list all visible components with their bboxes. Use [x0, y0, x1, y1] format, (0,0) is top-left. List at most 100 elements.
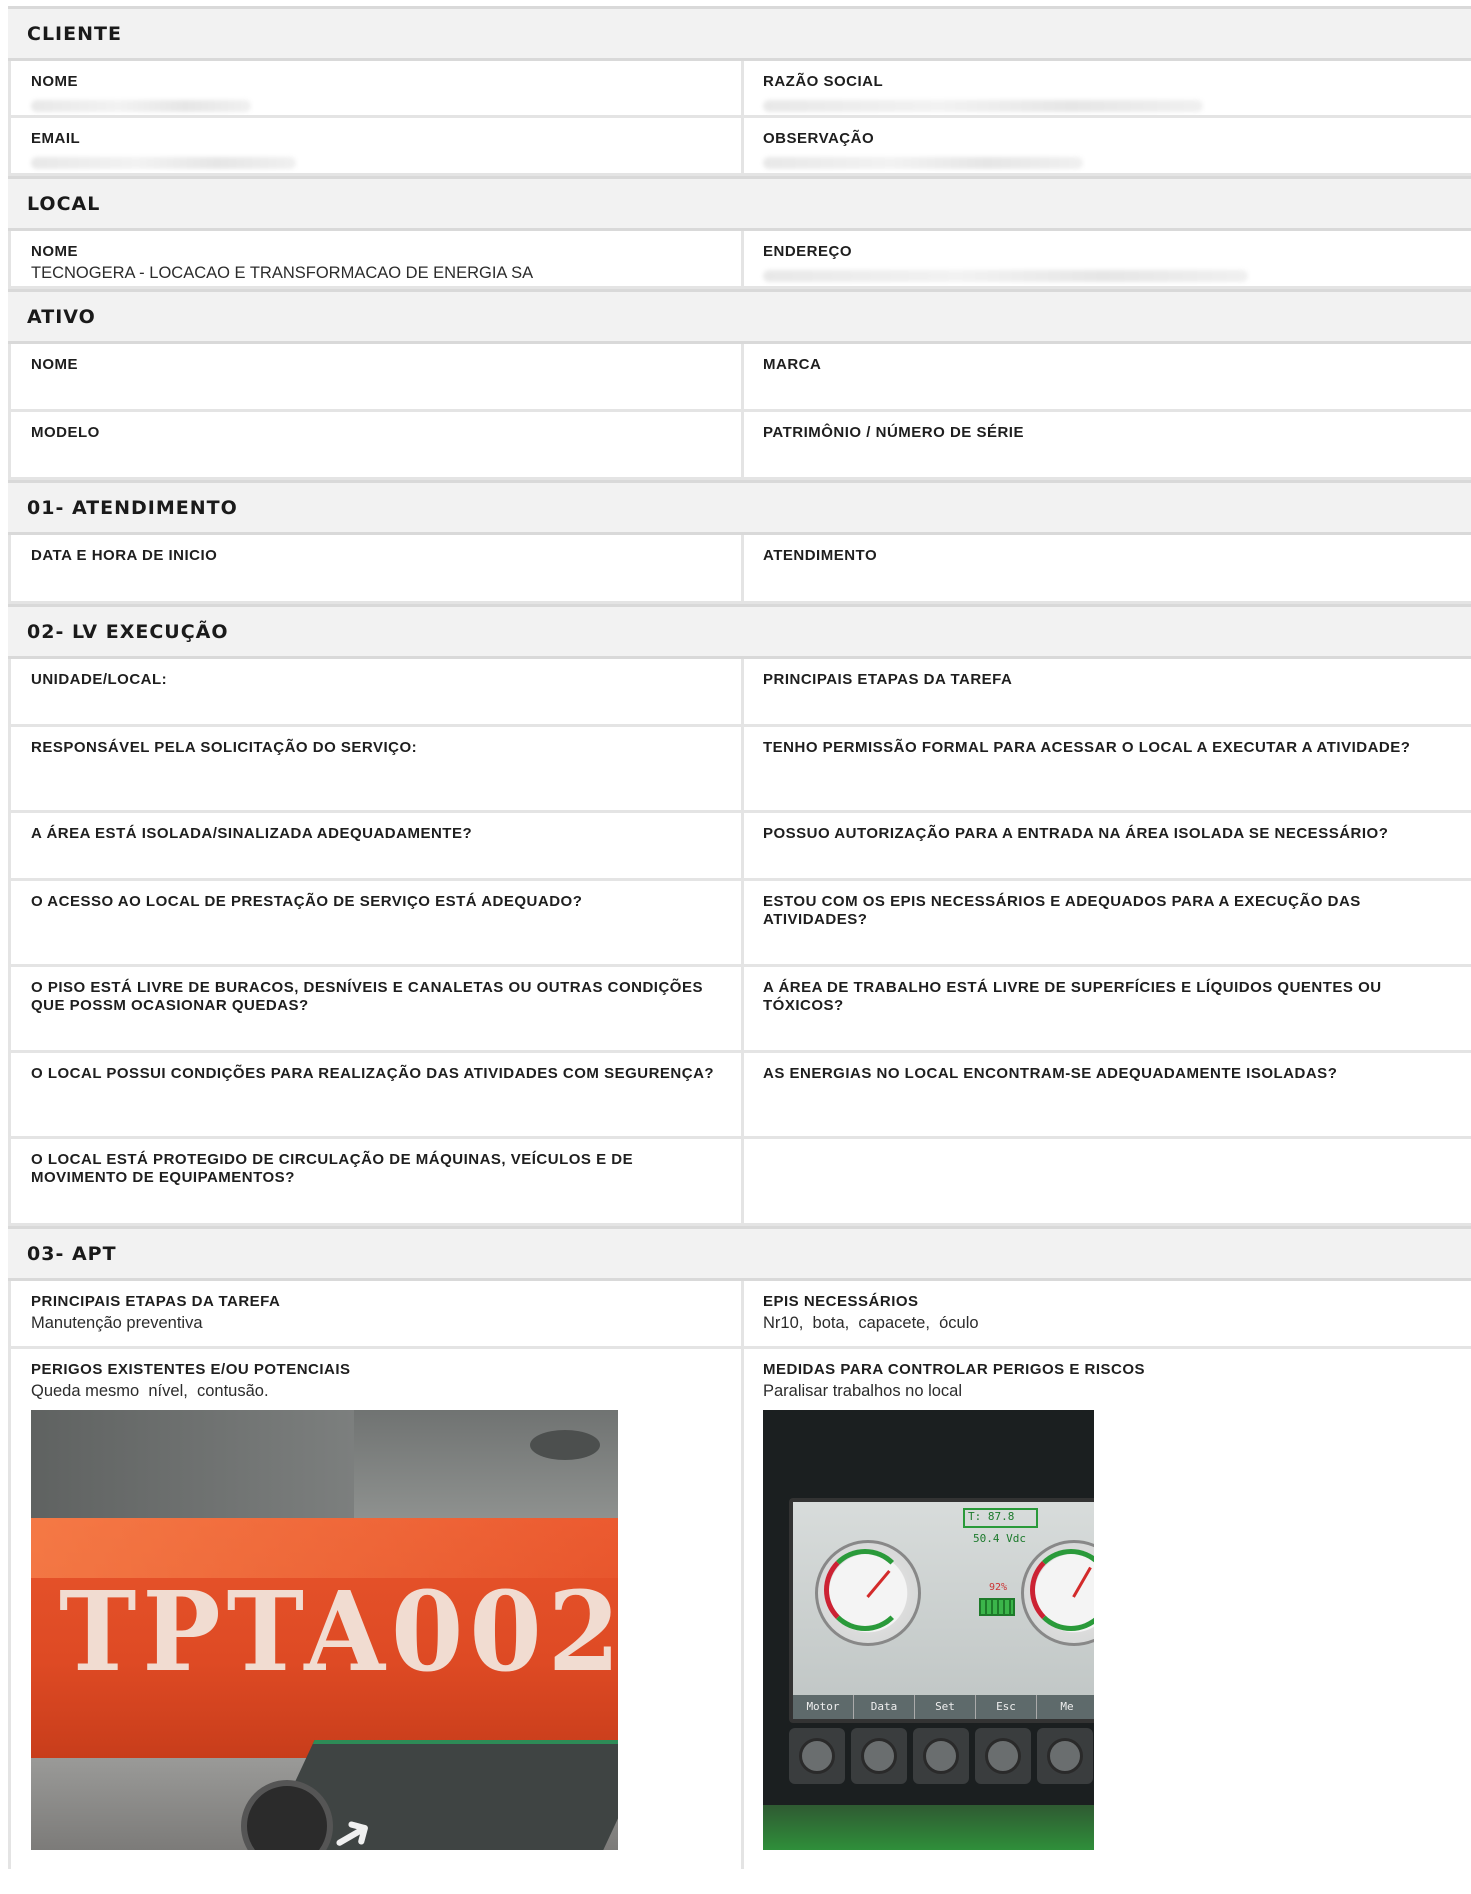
local-row-1: NOME TECNOGERA - LOCACAO E TRANSFORMACAO… [8, 231, 1471, 289]
apt-etapas-label: PRINCIPAIS ETAPAS DA TAREFA [31, 1293, 281, 1310]
photo2-gauge-right [1021, 1540, 1094, 1646]
apt-medidas-label: MEDIDAS PARA CONTROLAR PERIGOS E RISCOS [763, 1361, 1146, 1378]
photo2-menu-item: Esc [976, 1695, 1037, 1719]
atendimento-inicio-cell: DATA E HORA DE INICIO [8, 535, 744, 601]
equipment-id-photo[interactable]: TPTA00268 ➜ [31, 1410, 618, 1850]
section-atendimento-header: 01- ATENDIMENTO [8, 480, 1471, 535]
apt-perigos-cell: PERIGOS EXISTENTES E/OU POTENCIAIS Queda… [8, 1349, 744, 1869]
lv-row-7: O LOCAL ESTÁ PROTEGIDO DE CIRCULAÇÃO DE … [8, 1139, 1471, 1226]
lv-empty-cell [744, 1139, 1471, 1223]
photo2-menu-item: Data [854, 1695, 915, 1719]
lv-q1-label: UNIDADE/LOCAL: [31, 671, 168, 688]
ativo-patrimonio-label: PATRIMÔNIO / NÚMERO DE SÉRIE [763, 424, 1024, 441]
photo2-buttons [789, 1728, 1094, 1790]
local-nome-cell: NOME TECNOGERA - LOCACAO E TRANSFORMACAO… [8, 231, 744, 286]
local-endereco-label: ENDEREÇO [763, 243, 853, 260]
lv-q8-cell: ESTOU COM OS EPIS NECESSÁRIOS E ADEQUADO… [744, 881, 1471, 964]
section-apt-header: 03- APT [8, 1226, 1471, 1281]
photo2-gauge-left [815, 1540, 921, 1646]
atendimento-tipo-label: ATENDIMENTO [763, 547, 878, 564]
local-endereco-cell: ENDEREÇO [744, 231, 1471, 286]
photo2-temp-readout: T: 87.8 [963, 1508, 1038, 1528]
ativo-modelo-label: MODELO [31, 424, 100, 441]
section-lv-header: 02- LV EXECUÇÃO [8, 604, 1471, 659]
cliente-razao-label: RAZÃO SOCIAL [763, 73, 884, 90]
lv-q13-cell: O LOCAL ESTÁ PROTEGIDO DE CIRCULAÇÃO DE … [8, 1139, 744, 1223]
local-nome-value: TECNOGERA - LOCACAO E TRANSFORMACAO DE E… [31, 264, 534, 282]
cliente-razao-redacted [763, 100, 1203, 112]
lv-q11-label: O LOCAL POSSUI CONDIÇÕES PARA REALIZAÇÃO… [31, 1065, 715, 1082]
lv-q7-cell: O ACESSO AO LOCAL DE PRESTAÇÃO DE SERVIÇ… [8, 881, 744, 964]
lv-q12-label: AS ENERGIAS NO LOCAL ENCONTRAM-SE ADEQUA… [763, 1065, 1338, 1082]
atendimento-row-1: DATA E HORA DE INICIO ATENDIMENTO [8, 535, 1471, 604]
apt-etapas-value: Manutenção preventiva [31, 1314, 203, 1332]
cliente-nome-redacted [31, 100, 251, 112]
lv-row-2: RESPONSÁVEL PELA SOLICITAÇÃO DO SERVIÇO:… [8, 727, 1471, 813]
apt-perigos-label: PERIGOS EXISTENTES E/OU POTENCIAIS [31, 1361, 351, 1378]
cliente-razao-cell: RAZÃO SOCIAL [744, 61, 1471, 115]
lv-q2-cell: PRINCIPAIS ETAPAS DA TAREFA [744, 659, 1471, 724]
apt-perigos-value: Queda mesmo nível, contusão. [31, 1382, 269, 1400]
photo2-menu-item: Me [1037, 1695, 1094, 1719]
lv-q4-label: TENHO PERMISSÃO FORMAL PARA ACESSAR O LO… [763, 739, 1411, 756]
cliente-row-1: NOME RAZÃO SOCIAL [8, 61, 1471, 118]
lv-q3-label: RESPONSÁVEL PELA SOLICITAÇÃO DO SERVIÇO: [31, 739, 418, 756]
cliente-email-cell: EMAIL [8, 118, 744, 173]
lv-q4-cell: TENHO PERMISSÃO FORMAL PARA ACESSAR O LO… [744, 727, 1471, 810]
ativo-marca-cell: MARCA [744, 344, 1471, 409]
lv-q2-label: PRINCIPAIS ETAPAS DA TAREFA [763, 671, 1013, 688]
ativo-row-2: MODELO PATRIMÔNIO / NÚMERO DE SÉRIE [8, 412, 1471, 480]
cliente-nome-cell: NOME [8, 61, 744, 115]
lv-q10-cell: A ÁREA DE TRABALHO ESTÁ LIVRE DE SUPERFÍ… [744, 967, 1471, 1050]
ativo-nome-label: NOME [31, 356, 78, 373]
cliente-obs-label: OBSERVAÇÃO [763, 130, 875, 147]
cliente-email-redacted [31, 157, 296, 169]
cliente-email-label: EMAIL [31, 130, 81, 147]
local-endereco-redacted [763, 270, 1248, 282]
photo1-stencil-text: TPTA00268 [59, 1566, 618, 1697]
section-cliente-header: CLIENTE [8, 6, 1471, 61]
photo2-menu-item: Motor [793, 1695, 854, 1719]
local-nome-label: NOME [31, 243, 78, 260]
cliente-obs-cell: OBSERVAÇÃO [744, 118, 1471, 173]
apt-epis-cell: EPIS NECESSÁRIOS Nr10, bota, capacete, ó… [744, 1281, 1471, 1346]
dashboard-photo[interactable]: T: 87.8 50.4 Vdc 92% Motor Data Set Esc … [763, 1410, 1094, 1850]
photo2-battery-pct: 92% [989, 1582, 1008, 1593]
photo2-menu-bar: Motor Data Set Esc Me [793, 1695, 1094, 1719]
photo2-button [975, 1728, 1031, 1784]
photo2-button [913, 1728, 969, 1784]
lv-q9-label: O PISO ESTÁ LIVRE DE BURACOS, DESNÍVEIS … [31, 979, 703, 1014]
section-local-header: LOCAL [8, 176, 1471, 231]
apt-row-1: PRINCIPAIS ETAPAS DA TAREFA Manutenção p… [8, 1281, 1471, 1349]
photo2-bottom [763, 1805, 1094, 1850]
lv-q10-label: A ÁREA DE TRABALHO ESTÁ LIVRE DE SUPERFÍ… [763, 979, 1382, 1014]
apt-etapas-cell: PRINCIPAIS ETAPAS DA TAREFA Manutenção p… [8, 1281, 744, 1346]
ativo-row-1: NOME MARCA [8, 344, 1471, 412]
lv-q9-cell: O PISO ESTÁ LIVRE DE BURACOS, DESNÍVEIS … [8, 967, 744, 1050]
section-ativo-header: ATIVO [8, 289, 1471, 344]
ativo-patrimonio-cell: PATRIMÔNIO / NÚMERO DE SÉRIE [744, 412, 1471, 477]
apt-epis-value: Nr10, bota, capacete, óculo [763, 1314, 979, 1332]
lv-q1-cell: UNIDADE/LOCAL: [8, 659, 744, 724]
photo1-top-panel [31, 1410, 618, 1518]
ativo-marca-label: MARCA [763, 356, 822, 373]
lv-q7-label: O ACESSO AO LOCAL DE PRESTAÇÃO DE SERVIÇ… [31, 893, 583, 910]
lv-row-3: A ÁREA ESTÁ ISOLADA/SINALIZADA ADEQUADAM… [8, 813, 1471, 881]
photo1-oval-hole [530, 1430, 600, 1460]
cliente-row-2: EMAIL OBSERVAÇÃO [8, 118, 1471, 176]
atendimento-tipo-cell: ATENDIMENTO [744, 535, 1471, 601]
apt-epis-label: EPIS NECESSÁRIOS [763, 1293, 919, 1310]
lv-q13-label: O LOCAL ESTÁ PROTEGIDO DE CIRCULAÇÃO DE … [31, 1151, 634, 1186]
ativo-nome-cell: NOME [8, 344, 744, 409]
lv-row-5: O PISO ESTÁ LIVRE DE BURACOS, DESNÍVEIS … [8, 967, 1471, 1053]
cliente-obs-redacted [763, 157, 1083, 169]
battery-icon [979, 1598, 1015, 1616]
lv-q5-label: A ÁREA ESTÁ ISOLADA/SINALIZADA ADEQUADAM… [31, 825, 473, 842]
lv-q8-label: ESTOU COM OS EPIS NECESSÁRIOS E ADEQUADO… [763, 893, 1361, 928]
lv-row-4: O ACESSO AO LOCAL DE PRESTAÇÃO DE SERVIÇ… [8, 881, 1471, 967]
lv-q11-cell: O LOCAL POSSUI CONDIÇÕES PARA REALIZAÇÃO… [8, 1053, 744, 1136]
lv-row-6: O LOCAL POSSUI CONDIÇÕES PARA REALIZAÇÃO… [8, 1053, 1471, 1139]
atendimento-inicio-label: DATA E HORA DE INICIO [31, 547, 218, 564]
photo2-button [851, 1728, 907, 1784]
photo2-menu-item: Set [915, 1695, 976, 1719]
